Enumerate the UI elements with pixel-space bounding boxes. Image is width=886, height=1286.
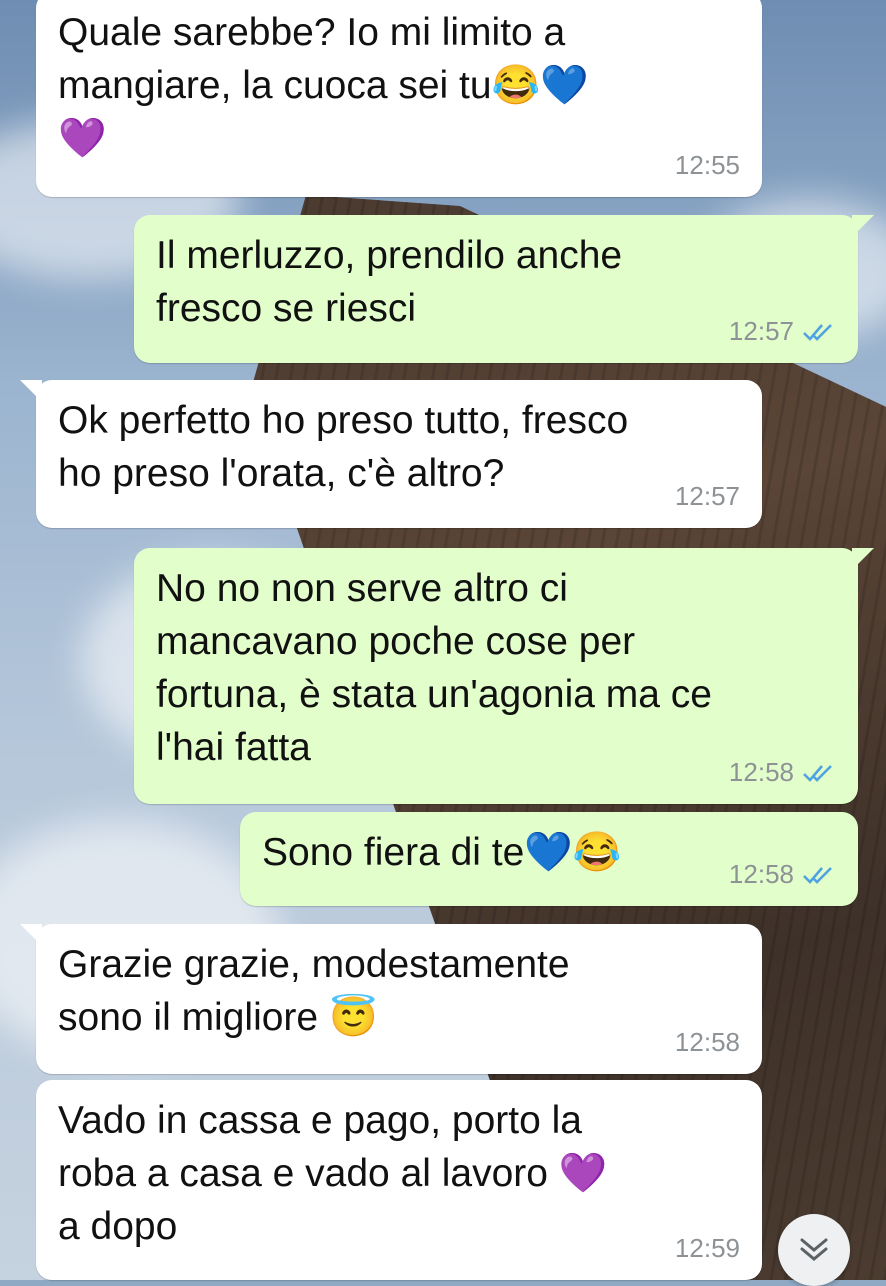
scroll-to-bottom-button[interactable] — [778, 1214, 850, 1286]
message-timestamp: 12:58 — [674, 1027, 740, 1057]
message-timestamp: 12:55 — [674, 150, 740, 180]
message-timestamp: 12:59 — [674, 1233, 740, 1263]
message-bubble-outgoing[interactable]: Il merluzzo, prendilo anche fresco se ri… — [134, 215, 874, 363]
message-bubble-outgoing[interactable]: Sono fiera di te💙😂 12:58 — [240, 812, 858, 906]
message-timestamp: 12:58 — [728, 859, 794, 889]
message-timestamp: 12:57 — [674, 481, 740, 511]
message-bubble-outgoing[interactable]: No no non serve altro ci mancavano poche… — [134, 548, 874, 804]
message-text: Quale sarebbe? Io mi limito a mangiare, … — [58, 11, 589, 160]
double-chevron-down-icon — [800, 1238, 828, 1261]
read-receipt-icon — [803, 764, 832, 782]
message-bubble-incoming[interactable]: Quale sarebbe? Io mi limito a mangiare, … — [36, 0, 762, 197]
read-receipt-icon — [803, 323, 832, 341]
message-text: No no non serve altro ci mancavano poche… — [156, 567, 712, 769]
message-bubble-incoming[interactable]: Grazie grazie, modestamente sono il migl… — [20, 924, 762, 1074]
message-text: Vado in cassa e pago, porto la roba a ca… — [58, 1099, 608, 1248]
message-text: Ok perfetto ho preso tutto, fresco ho pr… — [58, 399, 629, 495]
message-timestamp: 12:58 — [728, 757, 794, 787]
message-bubble-incoming[interactable]: Ok perfetto ho preso tutto, fresco ho pr… — [20, 380, 762, 528]
message-timestamp: 12:57 — [728, 316, 794, 346]
read-receipt-icon — [803, 866, 832, 884]
message-bubble-incoming[interactable]: Vado in cassa e pago, porto la roba a ca… — [36, 1080, 762, 1280]
message-text: Grazie grazie, modestamente sono il migl… — [58, 943, 570, 1039]
